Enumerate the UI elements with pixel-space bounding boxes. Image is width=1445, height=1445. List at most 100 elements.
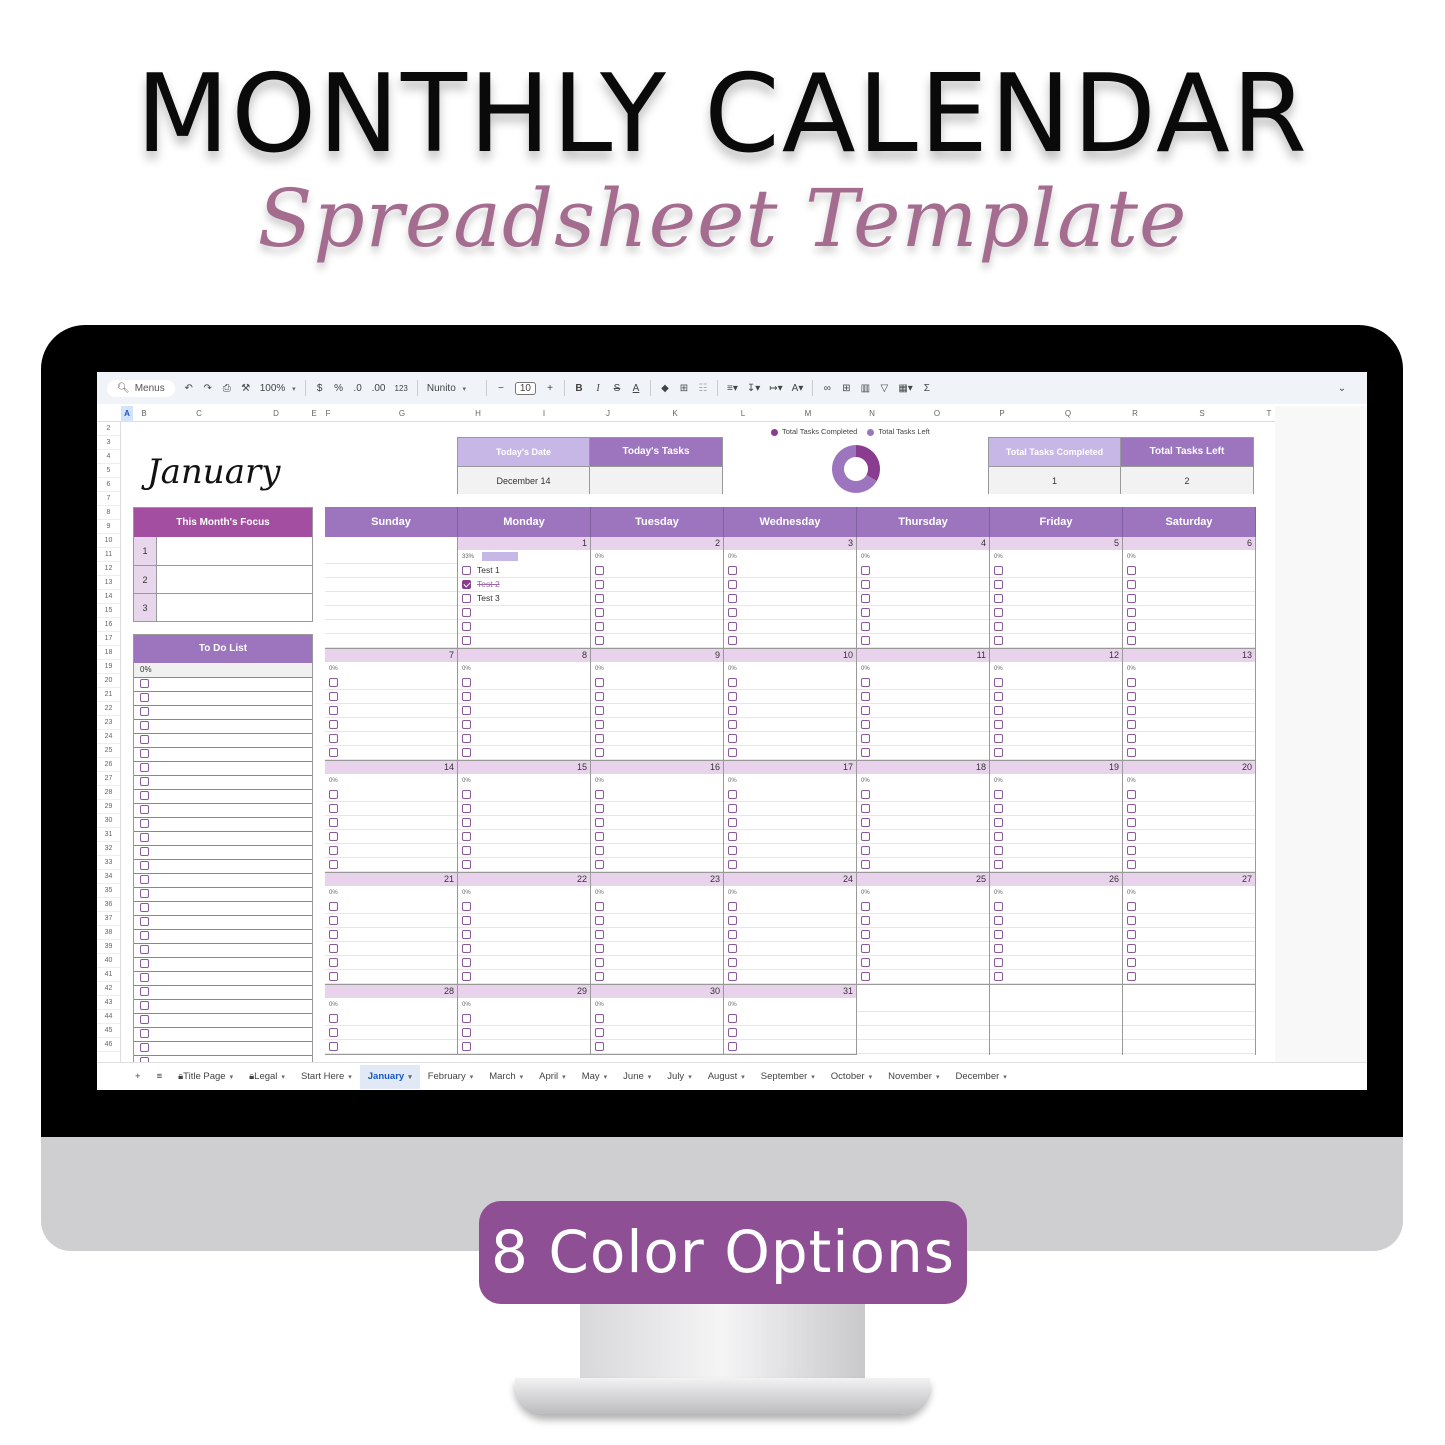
checkbox[interactable] bbox=[595, 706, 604, 716]
task-row[interactable] bbox=[724, 844, 856, 858]
column-header-r[interactable]: R bbox=[1125, 409, 1145, 418]
task-row[interactable] bbox=[1123, 564, 1255, 578]
task-row[interactable] bbox=[724, 816, 856, 830]
checkbox[interactable] bbox=[728, 594, 737, 604]
functions-icon[interactable]: Σ bbox=[922, 383, 932, 394]
task-row[interactable] bbox=[1123, 956, 1255, 970]
task-row[interactable] bbox=[857, 732, 989, 746]
task-row[interactable] bbox=[591, 942, 723, 956]
checkbox[interactable] bbox=[595, 608, 604, 618]
sheet-tab-july[interactable]: July ▾ bbox=[659, 1065, 699, 1089]
checkbox[interactable] bbox=[140, 777, 149, 787]
task-row[interactable] bbox=[591, 1040, 723, 1054]
task-row[interactable] bbox=[458, 816, 590, 830]
task-row[interactable] bbox=[1123, 942, 1255, 956]
checkbox[interactable] bbox=[140, 861, 149, 871]
checkbox[interactable] bbox=[329, 972, 338, 982]
task-row[interactable] bbox=[990, 802, 1122, 816]
checkbox[interactable] bbox=[861, 678, 870, 688]
task-row[interactable] bbox=[591, 718, 723, 732]
task-row[interactable] bbox=[325, 1012, 457, 1026]
row-header-31[interactable]: 31 bbox=[97, 828, 120, 842]
task-row[interactable] bbox=[325, 858, 457, 872]
sheet-tab-legal[interactable]: 🔒︎Legal ▾ bbox=[241, 1065, 293, 1089]
task-row[interactable] bbox=[591, 704, 723, 718]
todo-item[interactable] bbox=[134, 719, 312, 733]
checkbox[interactable] bbox=[728, 1042, 737, 1052]
task-row[interactable] bbox=[990, 606, 1122, 620]
checkbox[interactable] bbox=[462, 818, 471, 828]
font-size-increase-button[interactable]: + bbox=[545, 383, 555, 394]
checkbox[interactable] bbox=[595, 846, 604, 856]
checkbox[interactable] bbox=[329, 1042, 338, 1052]
checkbox[interactable] bbox=[728, 636, 737, 646]
task-row[interactable] bbox=[591, 816, 723, 830]
task-row[interactable] bbox=[724, 914, 856, 928]
row-header-22[interactable]: 22 bbox=[97, 702, 120, 716]
checkbox[interactable] bbox=[329, 1014, 338, 1024]
checkbox[interactable] bbox=[462, 916, 471, 926]
task-row[interactable] bbox=[325, 942, 457, 956]
task-row[interactable]: Test 2 bbox=[458, 578, 590, 592]
row-header-14[interactable]: 14 bbox=[97, 590, 120, 604]
task-row[interactable] bbox=[458, 676, 590, 690]
task-row[interactable] bbox=[458, 704, 590, 718]
chevron-down-icon[interactable]: ▾ bbox=[562, 1074, 566, 1081]
todo-item[interactable] bbox=[134, 873, 312, 887]
chevron-down-icon[interactable]: ▾ bbox=[470, 1074, 474, 1081]
checkbox[interactable] bbox=[462, 594, 471, 604]
checkbox[interactable] bbox=[140, 707, 149, 717]
checkbox[interactable] bbox=[1127, 566, 1136, 576]
row-header-39[interactable]: 39 bbox=[97, 940, 120, 954]
currency-button[interactable]: $ bbox=[315, 383, 325, 394]
checkbox[interactable] bbox=[329, 692, 338, 702]
task-row[interactable] bbox=[990, 858, 1122, 872]
task-row[interactable] bbox=[724, 578, 856, 592]
row-header-24[interactable]: 24 bbox=[97, 730, 120, 744]
task-row[interactable] bbox=[990, 718, 1122, 732]
checkbox[interactable] bbox=[595, 804, 604, 814]
task-row[interactable] bbox=[591, 564, 723, 578]
checkbox[interactable] bbox=[994, 804, 1003, 814]
checkbox[interactable] bbox=[595, 1042, 604, 1052]
task-row[interactable] bbox=[1123, 844, 1255, 858]
task-row[interactable] bbox=[325, 1026, 457, 1040]
task-row[interactable] bbox=[325, 1054, 457, 1055]
checkbox[interactable] bbox=[728, 580, 737, 590]
row-header-8[interactable]: 8 bbox=[97, 506, 120, 520]
task-row[interactable] bbox=[857, 634, 989, 648]
task-row[interactable] bbox=[458, 942, 590, 956]
task-row[interactable] bbox=[1123, 676, 1255, 690]
checkbox[interactable] bbox=[1127, 790, 1136, 800]
sheet-tab-march[interactable]: March ▾ bbox=[481, 1065, 531, 1089]
checkbox[interactable] bbox=[462, 678, 471, 688]
checkbox[interactable] bbox=[329, 958, 338, 968]
chevron-down-icon[interactable]: ▾ bbox=[688, 1074, 692, 1081]
column-header-h[interactable]: H bbox=[467, 409, 489, 418]
task-row[interactable] bbox=[591, 900, 723, 914]
checkbox[interactable] bbox=[462, 720, 471, 730]
task-row[interactable] bbox=[990, 676, 1122, 690]
checkbox[interactable] bbox=[140, 917, 149, 927]
task-row[interactable] bbox=[325, 690, 457, 704]
task-row[interactable] bbox=[724, 1012, 856, 1026]
checkbox[interactable] bbox=[595, 566, 604, 576]
checkbox[interactable] bbox=[1127, 678, 1136, 688]
checkbox[interactable] bbox=[861, 622, 870, 632]
undo-icon[interactable]: ↶ bbox=[184, 383, 194, 394]
row-header-27[interactable]: 27 bbox=[97, 772, 120, 786]
checkbox[interactable] bbox=[861, 734, 870, 744]
menu-search[interactable]: 🔍︎ Menus bbox=[107, 379, 175, 397]
todo-item[interactable] bbox=[134, 985, 312, 999]
row-header-28[interactable]: 28 bbox=[97, 786, 120, 800]
checkbox[interactable] bbox=[329, 734, 338, 744]
task-row[interactable] bbox=[724, 746, 856, 760]
chevron-down-icon[interactable]: ▾ bbox=[811, 1074, 815, 1081]
chevron-down-icon[interactable]: ▾ bbox=[520, 1074, 524, 1081]
task-row[interactable] bbox=[325, 844, 457, 858]
checkbox[interactable] bbox=[329, 678, 338, 688]
column-header-j[interactable]: J bbox=[599, 409, 617, 418]
task-row[interactable] bbox=[591, 732, 723, 746]
redo-icon[interactable]: ↷ bbox=[203, 383, 213, 394]
number-format-button[interactable]: 123 bbox=[395, 384, 408, 393]
